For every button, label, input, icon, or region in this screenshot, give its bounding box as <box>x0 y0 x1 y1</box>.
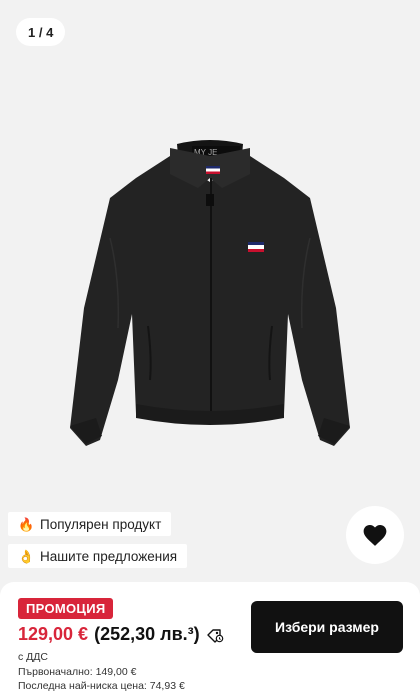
favorite-button[interactable] <box>346 506 404 564</box>
fire-icon: 🔥 <box>18 516 35 532</box>
heart-icon <box>363 525 387 546</box>
badge-offers-label: Нашите предложения <box>40 548 178 564</box>
badge-our-offers: 👌 Нашите предложения <box>8 544 188 568</box>
lowest-price: Последна най-ниска цена: 74,93 € <box>18 680 185 692</box>
price-row: 129,00 € (252,30 лв.³) <box>18 624 224 645</box>
product-image-jacket[interactable]: MY JE <box>40 118 380 478</box>
price-in-leva: (252,30 лв.³) <box>94 624 200 644</box>
choose-size-button[interactable]: Избери размер <box>251 601 403 653</box>
product-badges: 🔥 Популярен продукт 👌 Нашите предложения <box>8 512 188 568</box>
current-price: 129,00 € <box>18 624 89 644</box>
product-gallery[interactable]: 1 / 4 MY JE <box>0 0 420 580</box>
price-info-icon[interactable] <box>206 627 224 643</box>
ok-hand-icon: 👌 <box>18 548 35 564</box>
badge-popular-product: 🔥 Популярен продукт <box>8 512 172 536</box>
badge-popular-label: Популярен продукт <box>40 516 162 532</box>
original-price: Първоначално: 149,00 € <box>18 666 137 678</box>
vat-note: с ДДС <box>18 651 48 663</box>
image-counter: 1 / 4 <box>16 18 66 46</box>
purchase-panel: ПРОМОЦИЯ 129,00 € (252,30 лв.³) с ДДС Пъ… <box>0 582 420 699</box>
promo-badge: ПРОМОЦИЯ <box>18 598 114 619</box>
